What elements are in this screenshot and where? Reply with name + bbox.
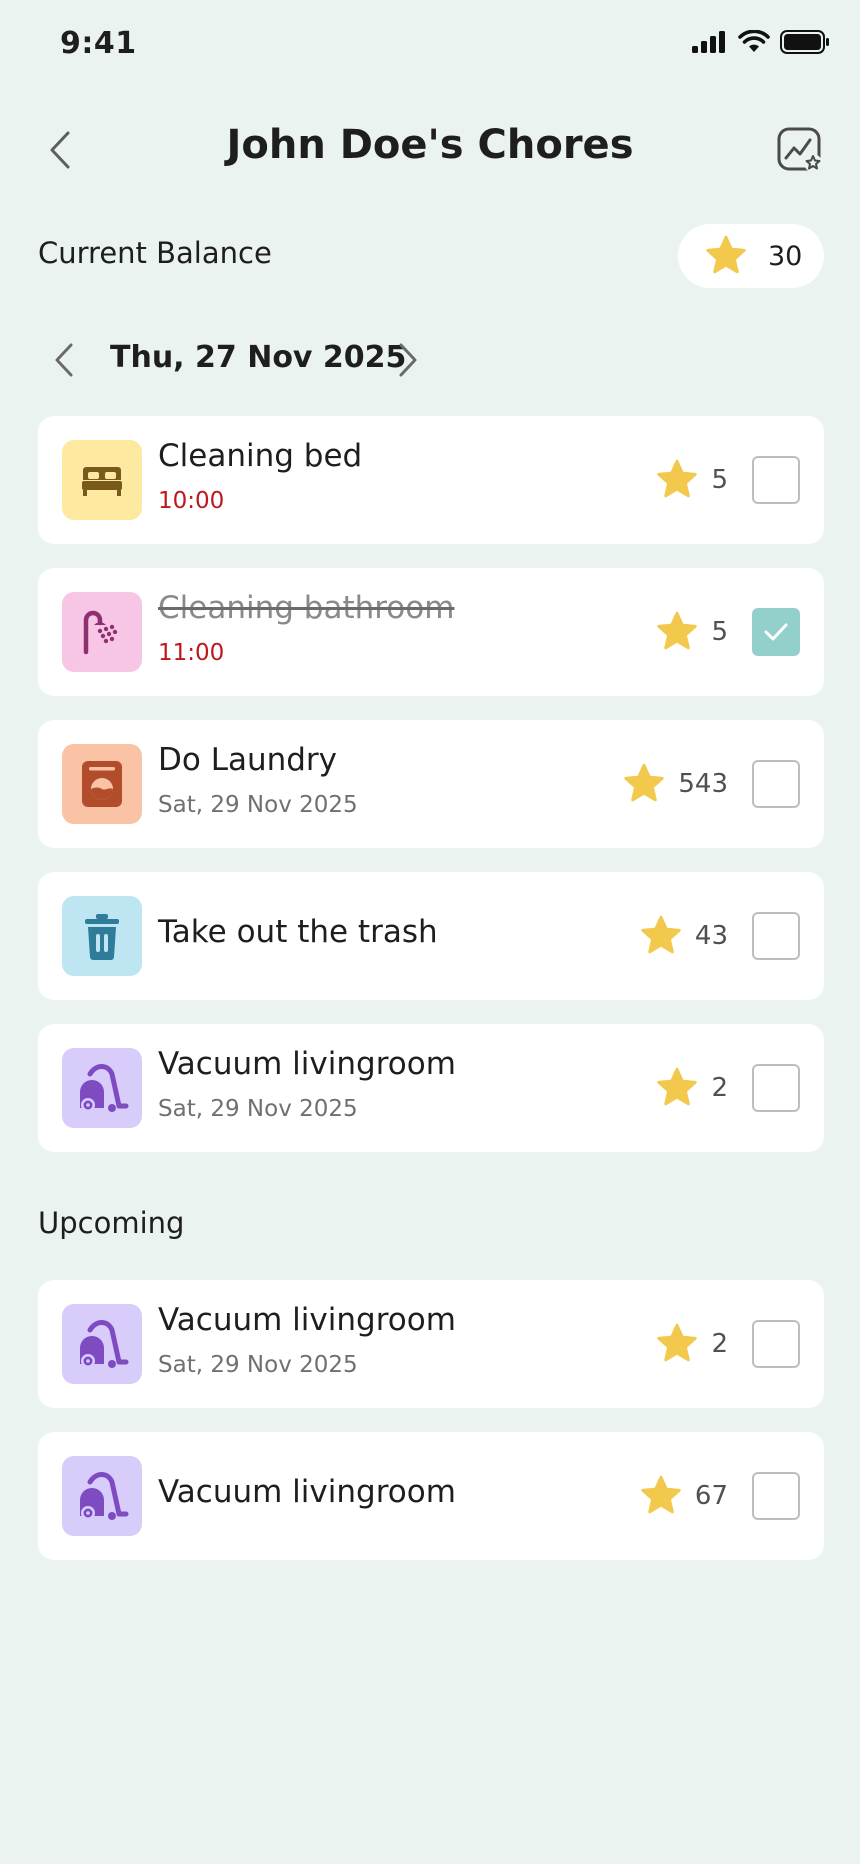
cellular-signal-icon bbox=[692, 31, 725, 53]
reward-value: 5 bbox=[711, 617, 728, 647]
chart-star-icon bbox=[777, 127, 822, 172]
current-date: Thu, 27 Nov 2025 bbox=[110, 340, 407, 375]
reward-stars: 543 bbox=[622, 760, 728, 808]
shower-icon bbox=[62, 592, 142, 672]
chore-card[interactable]: Cleaning bathroom 11:00 5 bbox=[38, 568, 824, 696]
stats-button[interactable] bbox=[774, 124, 826, 176]
star-icon bbox=[641, 915, 681, 954]
vacuum-icon bbox=[62, 1456, 142, 1536]
chore-title: Vacuum livingroom bbox=[158, 1474, 456, 1510]
chore-date: Sat, 29 Nov 2025 bbox=[158, 1096, 358, 1122]
chore-time: 11:00 bbox=[158, 640, 225, 666]
complete-checkbox[interactable] bbox=[752, 608, 800, 656]
vacuum-icon bbox=[62, 1304, 142, 1384]
chore-title: Cleaning bathroom bbox=[158, 590, 455, 626]
balance-pill: 30 bbox=[678, 224, 824, 288]
next-day-button[interactable] bbox=[390, 336, 426, 384]
chore-time: 10:00 bbox=[158, 488, 225, 514]
chore-title: Do Laundry bbox=[158, 742, 338, 778]
chevron-right-icon bbox=[399, 343, 417, 377]
vacuum-icon bbox=[62, 1048, 142, 1128]
checkmark-icon bbox=[764, 623, 788, 641]
status-icons bbox=[692, 30, 830, 54]
battery-icon bbox=[780, 30, 829, 54]
chore-date: Sat, 29 Nov 2025 bbox=[158, 792, 358, 818]
complete-checkbox[interactable] bbox=[752, 912, 800, 960]
status-time: 9:41 bbox=[60, 26, 137, 61]
reward-value: 67 bbox=[694, 1481, 728, 1511]
reward-stars: 5 bbox=[655, 456, 728, 504]
reward-value: 543 bbox=[678, 769, 728, 799]
balance-value: 30 bbox=[768, 240, 803, 272]
star-icon bbox=[641, 1475, 681, 1514]
complete-checkbox[interactable] bbox=[752, 760, 800, 808]
chore-card[interactable]: Vacuum livingroom 67 bbox=[38, 1432, 824, 1560]
reward-stars: 67 bbox=[639, 1472, 728, 1520]
chore-title: Take out the trash bbox=[158, 914, 438, 950]
reward-value: 2 bbox=[711, 1329, 728, 1359]
trash-icon bbox=[62, 896, 142, 976]
chore-card[interactable]: Cleaning bed 10:00 5 bbox=[38, 416, 824, 544]
reward-value: 43 bbox=[694, 921, 728, 951]
page-title: John Doe's Chores bbox=[226, 122, 634, 168]
complete-checkbox[interactable] bbox=[752, 1064, 800, 1112]
reward-stars: 2 bbox=[655, 1320, 728, 1368]
chore-card[interactable]: Vacuum livingroom Sat, 29 Nov 2025 2 bbox=[38, 1024, 824, 1152]
status-bar: 9:41 bbox=[0, 0, 860, 90]
complete-checkbox[interactable] bbox=[752, 456, 800, 504]
balance-label: Current Balance bbox=[38, 236, 272, 270]
washing-machine-icon bbox=[62, 744, 142, 824]
complete-checkbox[interactable] bbox=[752, 1320, 800, 1368]
star-icon bbox=[657, 611, 698, 650]
wifi-icon bbox=[738, 30, 770, 52]
date-navigator: Thu, 27 Nov 2025 bbox=[38, 330, 458, 390]
upcoming-section-title: Upcoming bbox=[38, 1206, 185, 1240]
chore-title: Vacuum livingroom bbox=[158, 1046, 456, 1082]
chevron-left-icon bbox=[55, 343, 73, 377]
chore-card[interactable]: Do Laundry Sat, 29 Nov 2025 543 bbox=[38, 720, 824, 848]
reward-stars: 43 bbox=[639, 912, 728, 960]
chore-card[interactable]: Vacuum livingroom Sat, 29 Nov 2025 2 bbox=[38, 1280, 824, 1408]
star-icon bbox=[624, 763, 665, 802]
star-icon bbox=[657, 1067, 698, 1106]
bed-icon bbox=[62, 440, 142, 520]
reward-value: 2 bbox=[711, 1073, 728, 1103]
reward-value: 5 bbox=[711, 465, 728, 495]
star-icon bbox=[706, 235, 746, 274]
star-icon bbox=[657, 1323, 698, 1362]
reward-stars: 5 bbox=[655, 608, 728, 656]
balance-row: Current Balance 30 bbox=[38, 222, 824, 288]
complete-checkbox[interactable] bbox=[752, 1472, 800, 1520]
reward-stars: 2 bbox=[655, 1064, 728, 1112]
star-icon bbox=[657, 459, 698, 498]
chore-card[interactable]: Take out the trash 43 bbox=[38, 872, 824, 1000]
header: John Doe's Chores bbox=[0, 110, 860, 190]
chore-title: Cleaning bed bbox=[158, 438, 363, 474]
chore-date: Sat, 29 Nov 2025 bbox=[158, 1352, 358, 1378]
chore-title: Vacuum livingroom bbox=[158, 1302, 456, 1338]
previous-day-button[interactable] bbox=[46, 336, 82, 384]
